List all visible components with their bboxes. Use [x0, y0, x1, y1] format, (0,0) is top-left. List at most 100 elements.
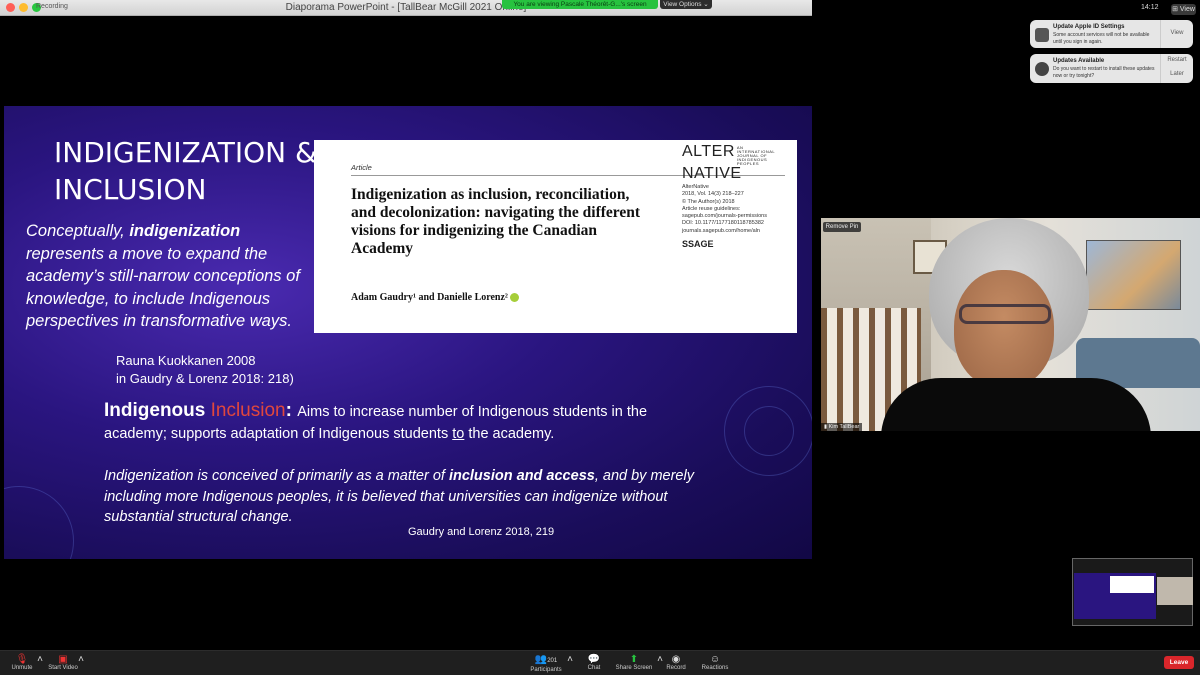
quote-text: Conceptually, — [26, 222, 130, 240]
notification-title: Update Apple ID Settings — [1053, 24, 1125, 30]
remove-pin-button[interactable]: Remove Pin — [823, 222, 861, 232]
body-text: the academy. — [464, 426, 555, 442]
meta-line: DOI: 10.1177/1177180118785382 — [682, 220, 764, 227]
journal-name-top: ALTER — [682, 143, 735, 160]
participants-icon: 👥201 — [534, 654, 558, 665]
view-button[interactable]: ⊞ View — [1171, 4, 1196, 15]
meta-line: AlterNative — [682, 184, 709, 190]
quote-emphasis: indigenization — [129, 222, 241, 240]
meeting-toolbar: 🎙 Unmute ˄ ▣ Start Video ˄ 👥201 Particip… — [0, 650, 1200, 675]
later-button[interactable]: Later — [1161, 71, 1193, 77]
toolbar-label: Unmute — [11, 665, 33, 671]
underlined-text: to — [452, 426, 465, 442]
start-video-button[interactable]: ▣ Start Video — [46, 654, 80, 671]
slide-title: INDIGENIZATION & INCLUSION — [54, 134, 317, 208]
citation-line: Rauna Kuokkanen 2008 — [116, 353, 256, 368]
meta-line: Article reuse guidelines: — [682, 205, 741, 212]
sage-logo: SSAGE — [682, 239, 714, 249]
chevron-up-icon: ˄ — [657, 654, 663, 665]
notification-updates[interactable]: Updates Available Do you want to restart… — [1030, 54, 1193, 83]
toolbar-label: Record — [666, 665, 686, 671]
view-notification-button[interactable]: View — [1161, 30, 1193, 36]
notification-actions: View — [1160, 20, 1193, 48]
video-options-chevron[interactable]: ˄ — [77, 654, 85, 665]
meta-line: journals.sagepub.com/home/aln — [682, 227, 760, 234]
indigenous-inclusion-text: Indigenous Inclusion: Aims to increase n… — [104, 400, 704, 445]
toolbar-label: Chat — [587, 665, 601, 671]
journal-name-bottom: NATIVE — [682, 165, 742, 182]
heading-word-highlight: Inclusion — [210, 400, 286, 421]
article-authors: Adam Gaudry¹ and Danielle Lorenz² — [351, 292, 520, 303]
viewing-screen-banner: You are viewing Pascale Théorêt-G...'s s… — [502, 0, 658, 9]
background-painting — [1086, 240, 1181, 310]
chevron-up-icon: ˄ — [37, 654, 43, 665]
journal-logo: ALTER AN INTERNATIONAL JOURNAL OF INDIGEN… — [682, 143, 783, 182]
slide-title-line: INDIGENIZATION & — [54, 136, 317, 169]
notification-body: Some account services will not be availa… — [1053, 32, 1150, 45]
record-icon: ◉ — [671, 654, 681, 665]
quote-text: Indigenization is conceived of primarily… — [104, 468, 449, 484]
article-screenshot: Article ALTER AN INTERNATIONAL JOURNAL OF… — [314, 140, 797, 333]
chat-button[interactable]: 💬 Chat — [583, 654, 605, 671]
self-view-thumbnail[interactable] — [1072, 558, 1193, 626]
article-label: Article — [351, 163, 372, 172]
meta-line: © The Author(s) 2018 — [682, 198, 735, 205]
quote-text: represents a move to expand the academy’… — [26, 244, 300, 331]
toolbar-label: Start Video — [48, 665, 78, 671]
quote-emphasis: inclusion and access — [448, 468, 595, 484]
notification-apple-id[interactable]: Update Apple ID Settings Some account se… — [1030, 20, 1193, 48]
article-meta: AlterNative 2018, Vol. 14(3) 218–227 © T… — [682, 184, 792, 235]
clock: 14:12 — [1141, 4, 1159, 11]
participants-button[interactable]: 👥201 Participants — [528, 654, 564, 673]
participants-count: 201 — [547, 658, 558, 664]
decorative-ring — [744, 406, 794, 456]
share-screen-icon: ⬆ — [629, 654, 639, 665]
microphone-muted-icon: 🎙 — [15, 654, 29, 665]
meta-line: sagepub.com/journals-permissions — [682, 213, 767, 220]
share-screen-button[interactable]: ⬆ Share Screen — [614, 654, 654, 671]
audio-options-chevron[interactable]: ˄ — [36, 654, 44, 665]
participant-video[interactable] — [821, 218, 1200, 431]
unmute-button[interactable]: 🎙 Unmute — [8, 654, 36, 671]
presentation-slide: INDIGENIZATION & INCLUSION Conceptually,… — [4, 106, 812, 559]
chevron-up-icon: ˄ — [567, 654, 573, 665]
restart-button[interactable]: Restart — [1161, 57, 1193, 63]
software-update-icon — [1035, 62, 1049, 76]
notification-actions: Restart Later — [1160, 54, 1193, 83]
conceived-quote: Indigenization is conceived of primarily… — [104, 466, 714, 528]
decorative-ring — [4, 486, 74, 559]
participant-face — [954, 270, 1054, 388]
chevron-up-icon: ˄ — [78, 654, 84, 665]
leave-button[interactable]: Leave — [1164, 656, 1194, 669]
toolbar-label: Share Screen — [615, 665, 653, 671]
slide-title-line: INCLUSION — [54, 173, 207, 206]
citation-kuokkanen: Rauna Kuokkanen 2008 in Gaudry & Lorenz … — [116, 352, 294, 388]
notification-body: Do you want to restart to install these … — [1053, 66, 1155, 79]
chat-icon: 💬 — [587, 654, 601, 665]
record-button[interactable]: ◉ Record — [664, 654, 688, 671]
reactions-icon: ☺ — [709, 654, 721, 665]
participant-body — [881, 378, 1151, 431]
concept-quote: Conceptually, indigenization represents … — [26, 220, 316, 333]
thumbnail-video — [1157, 577, 1193, 605]
participants-options-chevron[interactable]: ˄ — [566, 654, 574, 665]
participant-name: Kim TallBear — [828, 424, 860, 430]
journal-subtitle: AN INTERNATIONAL JOURNAL OF INDIGENOUS P… — [736, 145, 775, 166]
citation-gaudry-lorenz: Gaudry and Lorenz 2018, 219 — [408, 526, 555, 538]
citation-line: in Gaudry & Lorenz 2018: 218) — [116, 371, 294, 386]
toolbar-label: Reactions — [701, 665, 729, 671]
orcid-icon — [510, 293, 520, 303]
heading-colon: : — [285, 400, 298, 421]
notification-title: Updates Available — [1053, 58, 1105, 64]
article-title: Indigenization as inclusion, reconciliat… — [351, 186, 641, 257]
heading-word: Indigenous — [104, 400, 211, 421]
meta-line: 2018, Vol. 14(3) 218–227 — [682, 191, 744, 198]
reactions-button[interactable]: ☺ Reactions — [700, 654, 730, 671]
toolbar-label: Participants — [530, 667, 562, 673]
authors-text: Adam Gaudry¹ and Danielle Lorenz² — [351, 292, 508, 303]
video-off-icon: ▣ — [58, 654, 68, 665]
share-options-chevron[interactable]: ˄ — [656, 654, 664, 665]
view-options-button[interactable]: View Options ⌄ — [660, 0, 712, 9]
thumbnail-article — [1110, 576, 1154, 593]
participant-name-tag: ▮ Kim TallBear — [821, 423, 863, 431]
